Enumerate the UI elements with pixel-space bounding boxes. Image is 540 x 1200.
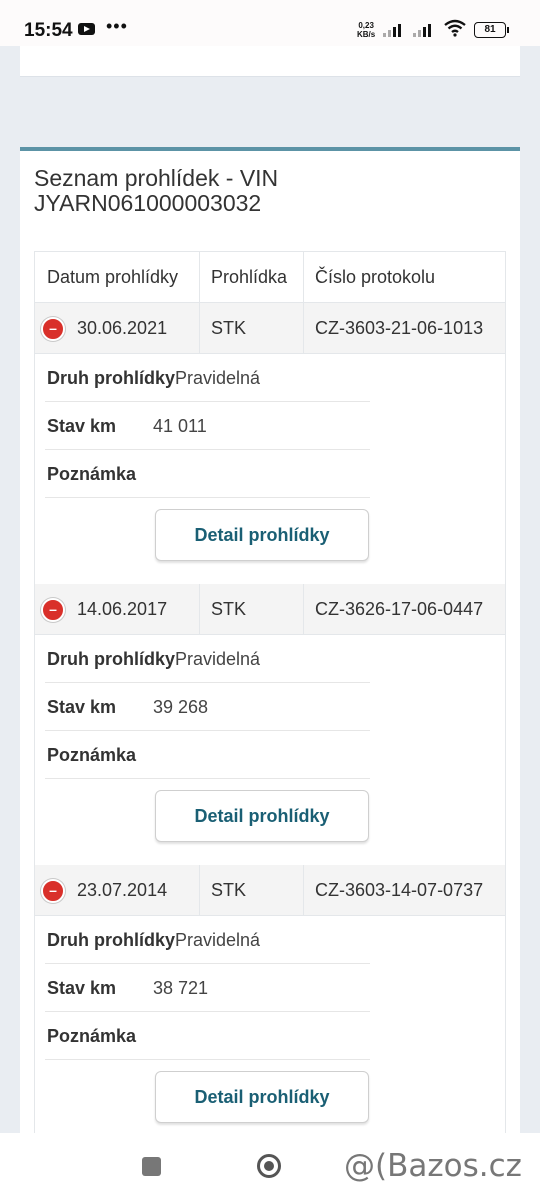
table-header: Datum prohlídky Prohlídka Číslo protokol… [35,251,505,303]
km-label: Stav km [47,416,117,436]
detail-km: Stav km 39 268 [45,683,370,731]
km-value: 41 011 [153,416,207,436]
collapse-icon[interactable]: – [41,598,65,622]
detail-note: Poznámka [45,450,370,498]
detail-button[interactable]: Detail prohlídky [155,509,369,561]
collapse-icon[interactable]: – [41,879,65,903]
status-bar: 15:54 ••• 0,23 KB/s 81 [0,0,540,46]
detail-km: Stav km 38 721 [45,964,370,1012]
header-inspection: Prohlídka [211,267,288,287]
row-date: 23.07.2014 [77,880,168,900]
signal-icon [413,23,437,37]
battery-level: 81 [484,24,496,35]
detail-km: Stav km 41 011 [45,402,370,450]
table-row[interactable]: – 14.06.2017 STK CZ-3626-17-06-0447 [35,584,505,635]
detail-druh: Druh prohlídky Pravidelná [45,916,370,964]
detail-button[interactable]: Detail prohlídky [155,790,369,842]
druh-value: Pravidelná [175,930,261,950]
table-row[interactable]: – 30.06.2021 STK CZ-3603-21-06-1013 [35,303,505,354]
detail-button[interactable]: Detail prohlídky [155,1071,369,1123]
header-date: Datum prohlídky [47,267,179,287]
km-value: 38 721 [153,978,209,998]
network-speed: 0,23 KB/s [357,21,375,39]
network-speed-unit: KB/s [357,30,376,39]
km-label: Stav km [47,697,117,717]
navigation-bar: @(Bazos.cz [0,1133,540,1200]
note-label: Poznámka [47,464,137,484]
table-row[interactable]: – 23.07.2014 STK CZ-3603-14-07-0737 [35,865,505,916]
km-value: 39 268 [153,697,209,717]
km-label: Stav km [47,978,117,998]
header-protocol: Číslo protokolu [315,267,436,287]
row-date: 14.06.2017 [77,599,168,619]
druh-label: Druh prohlídky [47,649,176,669]
row-type: STK [211,318,247,338]
detail-druh: Druh prohlídky Pravidelná [45,354,370,402]
inspections-table: Datum prohlídky Prohlídka Číslo protokol… [34,251,506,1151]
row-date: 30.06.2021 [77,318,168,338]
youtube-icon [78,23,95,35]
inspection-detail: Druh prohlídky Pravidelná Stav km 41 011… [35,354,505,585]
druh-label: Druh prohlídky [47,368,176,388]
collapse-icon[interactable]: – [41,317,65,341]
note-label: Poznámka [47,1026,137,1046]
previous-card [20,46,520,77]
card-title-line1: Seznam prohlídek - VIN [34,165,279,191]
detail-druh: Druh prohlídky Pravidelná [45,635,370,683]
row-protocol: CZ-3626-17-06-0447 [315,599,484,619]
row-type: STK [211,599,247,619]
watermark: @(Bazos.cz [344,1148,522,1184]
detail-note: Poznámka [45,1012,370,1060]
note-label: Poznámka [47,745,137,765]
inspections-card: Seznam prohlídek - VIN JYARN061000003032… [20,147,520,1151]
row-protocol: CZ-3603-14-07-0737 [315,880,484,900]
home-icon[interactable] [257,1154,281,1178]
row-type: STK [211,880,247,900]
more-notifications-icon: ••• [106,16,128,36]
card-title-vin: JYARN061000003032 [34,190,262,216]
recent-apps-icon[interactable] [142,1157,161,1176]
status-time: 15:54 [24,20,73,41]
inspection-detail: Druh prohlídky Pravidelná Stav km 39 268… [35,635,505,866]
card-title: Seznam prohlídek - VIN JYARN061000003032 [34,166,504,216]
wifi-icon [444,19,466,37]
signal-icon [383,23,407,37]
druh-value: Pravidelná [175,368,261,388]
druh-value: Pravidelná [175,649,261,669]
battery-icon: 81 [474,22,509,38]
network-speed-value: 0,23 [358,21,374,30]
detail-note: Poznámka [45,731,370,779]
row-protocol: CZ-3603-21-06-1013 [315,318,484,338]
druh-label: Druh prohlídky [47,930,176,950]
inspection-detail: Druh prohlídky Pravidelná Stav km 38 721… [35,916,505,1147]
